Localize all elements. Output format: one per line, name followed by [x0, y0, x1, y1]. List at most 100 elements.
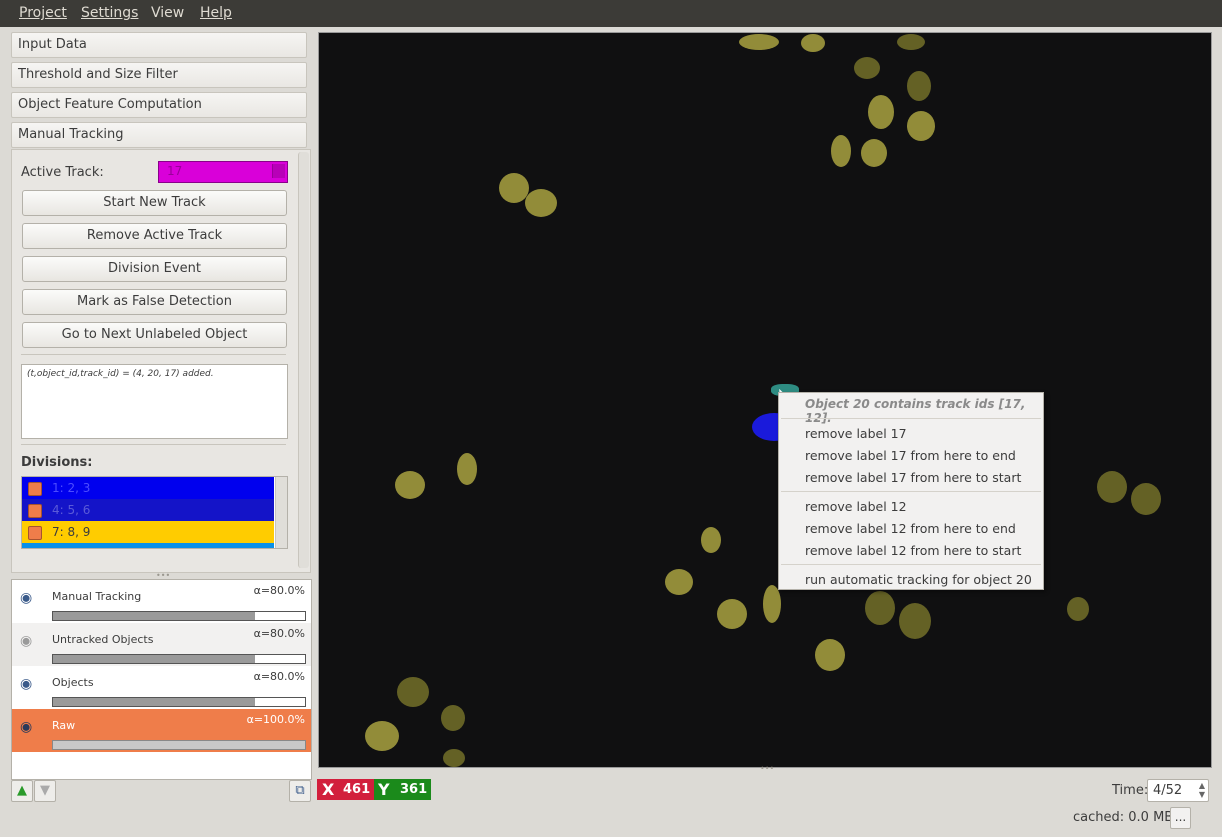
status-bar [0, 804, 1222, 837]
nucleus [457, 453, 477, 485]
nucleus [1131, 483, 1161, 515]
context-menu: Object 20 contains track ids [17, 12]. r… [778, 392, 1044, 590]
menu-separator [781, 491, 1041, 492]
layer-row-objects[interactable]: ◉ Objects α=80.0% [12, 666, 311, 709]
nucleus [815, 639, 845, 671]
layer-up-button[interactable]: ▲ [11, 780, 33, 802]
menu-item-remove-17-to-start[interactable]: remove label 17 from here to start [805, 470, 1021, 485]
nucleus [899, 603, 931, 639]
layer-alpha: α=80.0% [253, 584, 305, 597]
nucleus [801, 34, 825, 52]
start-new-track-button[interactable]: Start New Track [22, 190, 287, 216]
chevron-down-icon[interactable] [272, 164, 285, 178]
applet-threshold[interactable]: Threshold and Size Filter [11, 62, 307, 88]
divisions-label: Divisions: [21, 455, 93, 470]
menu-help[interactable]: Help [200, 5, 232, 21]
mark-false-detection-button[interactable]: Mark as False Detection [22, 289, 287, 315]
division-row-label: 7: 8, 9 [52, 525, 91, 539]
nucleus [907, 111, 935, 141]
active-track-select[interactable]: 17 [158, 161, 288, 183]
layer-row-raw[interactable]: ◉ Raw α=100.0% [12, 709, 311, 752]
menu-item-remove-label-12[interactable]: remove label 12 [805, 499, 907, 514]
opacity-slider[interactable] [52, 740, 306, 750]
export-layer-button[interactable]: ⧉ [289, 780, 311, 802]
divider [21, 444, 286, 445]
x-label: X [322, 780, 335, 799]
next-unlabeled-object-button[interactable]: Go to Next Unlabeled Object [22, 322, 287, 348]
menu-view-label: View [151, 5, 185, 21]
menu-settings-label: Settings [81, 5, 139, 21]
splitter-handle[interactable]: ••• [760, 764, 774, 773]
menu-item-remove-label-17[interactable]: remove label 17 [805, 426, 907, 441]
divisions-scrollbar[interactable] [275, 477, 287, 548]
nucleus [868, 95, 894, 129]
applet-manual-tracking[interactable]: Manual Tracking [11, 122, 307, 148]
layer-alpha: α=80.0% [253, 627, 305, 640]
applet-input-data[interactable]: Input Data [11, 32, 307, 58]
layer-name: Manual Tracking [52, 590, 142, 603]
time-label: Time: [1112, 783, 1149, 798]
spin-down-icon[interactable]: ▼ [1199, 790, 1205, 799]
cache-status: cached: 0.0 MB [1073, 810, 1174, 825]
panel-scrollbar[interactable] [298, 152, 309, 568]
nucleus [701, 527, 721, 553]
remove-active-track-button[interactable]: Remove Active Track [22, 223, 287, 249]
nucleus [897, 34, 925, 50]
layer-name: Objects [52, 676, 94, 689]
layer-panel: ◉ Manual Tracking α=80.0% ◉ Untracked Ob… [11, 579, 312, 780]
active-track-value: 17 [167, 164, 183, 178]
nucleus [365, 721, 399, 751]
layer-down-button[interactable]: ▼ [34, 780, 56, 802]
eye-icon[interactable]: ◉ [20, 633, 32, 649]
applet-features-label: Object Feature Computation [18, 97, 202, 112]
menu-project[interactable]: Project [19, 5, 67, 21]
time-value: 4/52 [1153, 783, 1183, 798]
nucleus [499, 173, 529, 203]
tracking-log-text: (t,object_id,track_id) = (4, 20, 17) add… [27, 369, 214, 379]
eye-icon[interactable]: ◉ [20, 676, 32, 692]
opacity-fill [53, 612, 255, 620]
division-row[interactable] [22, 543, 274, 548]
spin-up-icon[interactable]: ▲ [1199, 781, 1205, 790]
eye-icon[interactable]: ◉ [20, 719, 32, 735]
layer-name: Raw [52, 719, 76, 732]
opacity-slider[interactable] [52, 611, 306, 621]
menu-item-remove-17-to-end[interactable]: remove label 17 from here to end [805, 448, 1016, 463]
nucleus [443, 749, 465, 767]
image-viewer[interactable] [318, 32, 1212, 768]
division-row[interactable]: 4: 5, 6 [22, 499, 274, 521]
division-row[interactable]: 7: 8, 9 [22, 521, 274, 543]
menu-item-remove-12-to-start[interactable]: remove label 12 from here to start [805, 543, 1021, 558]
divisions-list[interactable]: 1: 2, 3 4: 5, 6 7: 8, 9 [21, 476, 288, 549]
color-swatch-icon [28, 526, 42, 540]
nucleus [907, 71, 931, 101]
opacity-slider[interactable] [52, 654, 306, 664]
layer-row-untracked[interactable]: ◉ Untracked Objects α=80.0% [12, 623, 311, 666]
opacity-slider[interactable] [52, 697, 306, 707]
division-event-button[interactable]: Division Event [22, 256, 287, 282]
y-label: Y [378, 780, 390, 799]
division-row[interactable]: 1: 2, 3 [22, 477, 274, 499]
menu-item-run-auto-tracking[interactable]: run automatic tracking for object 20 [805, 572, 1032, 587]
nucleus [865, 591, 895, 625]
applet-features[interactable]: Object Feature Computation [11, 92, 307, 118]
nucleus [739, 34, 779, 50]
menu-separator [781, 564, 1041, 565]
x-coordinate: X 461 [317, 779, 374, 800]
time-spinbox[interactable]: 4/52 ▲ ▼ [1147, 779, 1209, 802]
nucleus [395, 471, 425, 499]
menu-help-label: Help [200, 5, 232, 21]
eye-icon[interactable]: ◉ [20, 590, 32, 606]
menu-view[interactable]: View [151, 5, 184, 21]
nucleus [665, 569, 693, 595]
applet-input-data-label: Input Data [18, 37, 87, 52]
menu-item-remove-12-to-end[interactable]: remove label 12 from here to end [805, 521, 1016, 536]
nucleus [1097, 471, 1127, 503]
nucleus [831, 135, 851, 167]
more-button[interactable]: ... [1170, 807, 1191, 829]
layer-row-manual-tracking[interactable]: ◉ Manual Tracking α=80.0% [12, 580, 311, 623]
menu-settings[interactable]: Settings [81, 5, 138, 21]
layer-alpha: α=80.0% [253, 670, 305, 683]
color-swatch-icon [28, 504, 42, 518]
applet-threshold-label: Threshold and Size Filter [18, 67, 178, 82]
